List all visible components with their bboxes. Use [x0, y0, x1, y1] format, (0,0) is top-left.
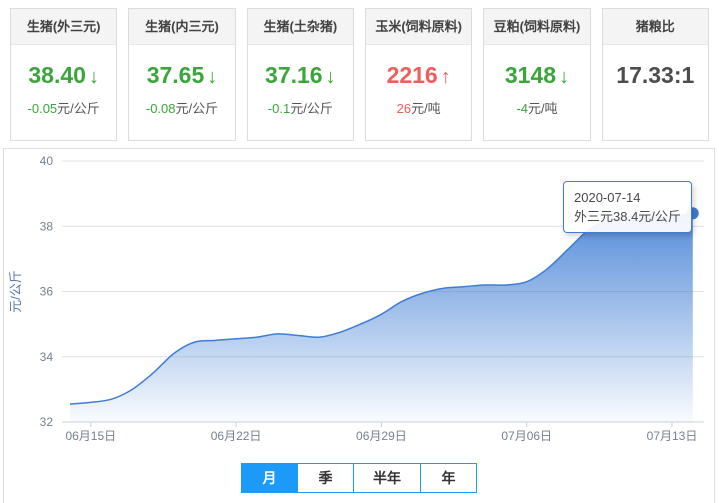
card-value: 3148↓	[484, 62, 589, 89]
svg-text:06月22日: 06月22日	[211, 429, 262, 443]
svg-text:06月15日: 06月15日	[65, 429, 116, 443]
down-arrow-icon: ↓	[326, 66, 336, 88]
tab-half-year[interactable]: 半年	[353, 464, 420, 492]
down-arrow-icon: ↓	[89, 66, 99, 88]
card-change: -4元/吨	[484, 98, 589, 117]
card-soybean-meal: 豆粕(饲料原料) 3148↓ -4元/吨	[483, 8, 590, 141]
down-arrow-icon: ↓	[207, 66, 217, 88]
card-title: 生猪(土杂猪)	[248, 9, 353, 45]
card-title: 豆粕(饲料原料)	[484, 9, 589, 45]
card-pig-nei-san-yuan: 生猪(内三元) 37.65↓ -0.08元/公斤	[128, 8, 235, 141]
period-tab-bar: 月 季 半年 年	[241, 463, 477, 493]
tooltip-value: 外三元38.4元/公斤	[574, 207, 681, 226]
svg-text:06月29日: 06月29日	[356, 429, 407, 443]
card-pig-wai-san-yuan: 生猪(外三元) 38.40↓ -0.05元/公斤	[10, 8, 117, 141]
card-change: -0.1元/公斤	[248, 98, 353, 117]
tab-month[interactable]: 月	[242, 464, 297, 492]
svg-text:07月06日: 07月06日	[501, 429, 552, 443]
card-title: 猪粮比	[603, 9, 708, 45]
tab-year[interactable]: 年	[420, 464, 476, 492]
svg-text:07月13日: 07月13日	[647, 429, 698, 443]
svg-text:34: 34	[40, 350, 54, 364]
svg-text:36: 36	[40, 285, 54, 299]
card-value: 38.40↓	[11, 62, 116, 89]
down-arrow-icon: ↓	[559, 66, 569, 88]
tab-quarter[interactable]: 季	[297, 464, 353, 492]
card-title: 玉米(饲料原料)	[366, 9, 471, 45]
card-corn: 玉米(饲料原料) 2216↑ 26元/吨	[365, 8, 472, 141]
card-change: -0.05元/公斤	[11, 98, 116, 117]
card-title: 生猪(内三元)	[129, 9, 234, 45]
svg-text:32: 32	[40, 415, 54, 429]
price-trend-chart-panel: 32 34 36 38 40 06月15日 06月22日 06月29日 07月06日 07月13日…	[3, 148, 715, 503]
svg-text:40: 40	[40, 154, 54, 168]
tooltip-date: 2020-07-14	[574, 188, 681, 207]
up-arrow-icon: ↑	[441, 66, 451, 88]
card-change: -0.08元/公斤	[129, 98, 234, 117]
card-value: 37.16↓	[248, 62, 353, 89]
svg-text:38: 38	[40, 219, 54, 233]
card-pig-tu-za: 生猪(土杂猪) 37.16↓ -0.1元/公斤	[247, 8, 354, 141]
card-change: 26元/吨	[366, 98, 471, 117]
card-value: 17.33:1	[603, 62, 708, 89]
chart-tooltip: 2020-07-14 外三元38.4元/公斤	[563, 181, 692, 233]
card-title: 生猪(外三元)	[11, 9, 116, 45]
card-value: 37.65↓	[129, 62, 234, 89]
card-pig-grain-ratio: 猪粮比 17.33:1	[602, 8, 709, 141]
svg-text:元/公斤: 元/公斤	[8, 270, 23, 313]
card-value: 2216↑	[366, 62, 471, 89]
price-card-row: 生猪(外三元) 38.40↓ -0.05元/公斤 生猪(内三元) 37.65↓ …	[10, 8, 709, 141]
